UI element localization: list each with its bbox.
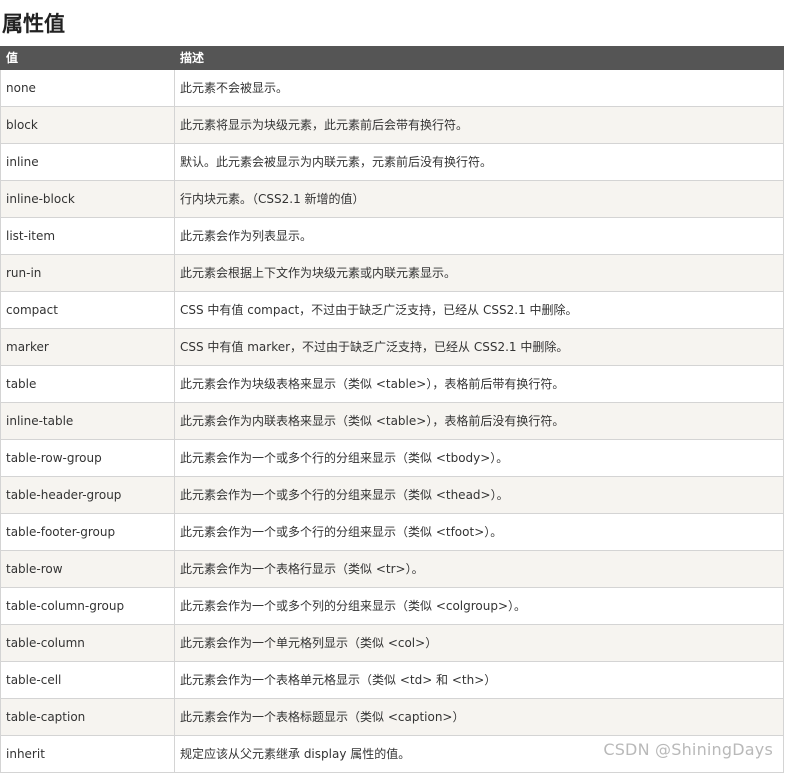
description-cell: CSS 中有值 compact，不过由于缺乏广泛支持，已经从 CSS2.1 中删… bbox=[174, 291, 784, 329]
value-cell: table bbox=[0, 365, 175, 403]
value-cell: table-caption bbox=[0, 698, 175, 736]
table-row: list-item 此元素会作为列表显示。 bbox=[0, 217, 784, 255]
column-header-description: 描述 bbox=[174, 46, 784, 70]
table-row: table-caption 此元素会作为一个表格标题显示（类似 <caption>… bbox=[0, 698, 784, 736]
table-row: none 此元素不会被显示。 bbox=[0, 69, 784, 107]
page-title: 属性值 bbox=[2, 12, 65, 36]
value-cell: marker bbox=[0, 328, 175, 366]
table-row: run-in 此元素会根据上下文作为块级元素或内联元素显示。 bbox=[0, 254, 784, 292]
table-row: table-column-group 此元素会作为一个或多个列的分组来显示（类似 … bbox=[0, 587, 784, 625]
value-cell: compact bbox=[0, 291, 175, 329]
table-row: table-row-group 此元素会作为一个或多个行的分组来显示（类似 <tb… bbox=[0, 439, 784, 477]
table-row: inline 默认。此元素会被显示为内联元素，元素前后没有换行符。 bbox=[0, 143, 784, 181]
table-row: inline-table 此元素会作为内联表格来显示（类似 <table>），表格… bbox=[0, 402, 784, 440]
table-header-row: 值 描述 bbox=[0, 46, 784, 70]
description-cell: CSS 中有值 marker，不过由于缺乏广泛支持，已经从 CSS2.1 中删除… bbox=[174, 328, 784, 366]
value-cell: table-footer-group bbox=[0, 513, 175, 551]
table-row: table-header-group 此元素会作为一个或多个行的分组来显示（类似 … bbox=[0, 476, 784, 514]
description-cell: 此元素会根据上下文作为块级元素或内联元素显示。 bbox=[174, 254, 784, 292]
table-row: table 此元素会作为块级表格来显示（类似 <table>），表格前后带有换行符… bbox=[0, 365, 784, 403]
value-cell: list-item bbox=[0, 217, 175, 255]
description-cell: 此元素会作为列表显示。 bbox=[174, 217, 784, 255]
value-cell: table-row bbox=[0, 550, 175, 588]
table-row: marker CSS 中有值 marker，不过由于缺乏广泛支持，已经从 CSS2… bbox=[0, 328, 784, 366]
value-cell: block bbox=[0, 106, 175, 144]
value-cell: inherit bbox=[0, 735, 175, 773]
csdn-watermark: CSDN @ShiningDays bbox=[603, 740, 773, 759]
description-cell: 此元素会作为一个或多个列的分组来显示（类似 <colgroup>）。 bbox=[174, 587, 784, 625]
table-row: table-row 此元素会作为一个表格行显示（类似 <tr>）。 bbox=[0, 550, 784, 588]
description-cell: 此元素会作为一个或多个行的分组来显示（类似 <tbody>）。 bbox=[174, 439, 784, 477]
description-cell: 此元素会作为块级表格来显示（类似 <table>），表格前后带有换行符。 bbox=[174, 365, 784, 403]
description-cell: 默认。此元素会被显示为内联元素，元素前后没有换行符。 bbox=[174, 143, 784, 181]
description-cell: 此元素会作为一个表格标题显示（类似 <caption>） bbox=[174, 698, 784, 736]
description-cell: 此元素会作为一个单元格列显示（类似 <col>） bbox=[174, 624, 784, 662]
description-cell: 此元素不会被显示。 bbox=[174, 69, 784, 107]
value-cell: none bbox=[0, 69, 175, 107]
description-cell: 此元素将显示为块级元素，此元素前后会带有换行符。 bbox=[174, 106, 784, 144]
value-cell: table-cell bbox=[0, 661, 175, 699]
table-row: inline-block 行内块元素。（CSS2.1 新增的值） bbox=[0, 180, 784, 218]
value-cell: table-header-group bbox=[0, 476, 175, 514]
property-values-table: 值 描述 none 此元素不会被显示。 block 此元素将显示为块级元素，此元素前… bbox=[0, 46, 784, 773]
table-row: block 此元素将显示为块级元素，此元素前后会带有换行符。 bbox=[0, 106, 784, 144]
description-cell: 行内块元素。（CSS2.1 新增的值） bbox=[174, 180, 784, 218]
table-row: table-cell 此元素会作为一个表格单元格显示（类似 <td> 和 <th>… bbox=[0, 661, 784, 699]
description-cell: 此元素会作为内联表格来显示（类似 <table>），表格前后没有换行符。 bbox=[174, 402, 784, 440]
description-cell: 此元素会作为一个或多个行的分组来显示（类似 <thead>）。 bbox=[174, 476, 784, 514]
value-cell: table-column-group bbox=[0, 587, 175, 625]
description-cell: 此元素会作为一个表格单元格显示（类似 <td> 和 <th>） bbox=[174, 661, 784, 699]
value-cell: inline bbox=[0, 143, 175, 181]
description-cell: 此元素会作为一个或多个行的分组来显示（类似 <tfoot>）。 bbox=[174, 513, 784, 551]
value-cell: run-in bbox=[0, 254, 175, 292]
value-cell: table-row-group bbox=[0, 439, 175, 477]
table-row: compact CSS 中有值 compact，不过由于缺乏广泛支持，已经从 CS… bbox=[0, 291, 784, 329]
value-cell: inline-table bbox=[0, 402, 175, 440]
value-cell: table-column bbox=[0, 624, 175, 662]
column-header-value: 值 bbox=[0, 46, 175, 70]
table-row: table-footer-group 此元素会作为一个或多个行的分组来显示（类似 … bbox=[0, 513, 784, 551]
property-values-table-container: 值 描述 none 此元素不会被显示。 block 此元素将显示为块级元素，此元素前… bbox=[0, 46, 784, 773]
description-cell: 此元素会作为一个表格行显示（类似 <tr>）。 bbox=[174, 550, 784, 588]
table-row: table-column 此元素会作为一个单元格列显示（类似 <col>） bbox=[0, 624, 784, 662]
value-cell: inline-block bbox=[0, 180, 175, 218]
